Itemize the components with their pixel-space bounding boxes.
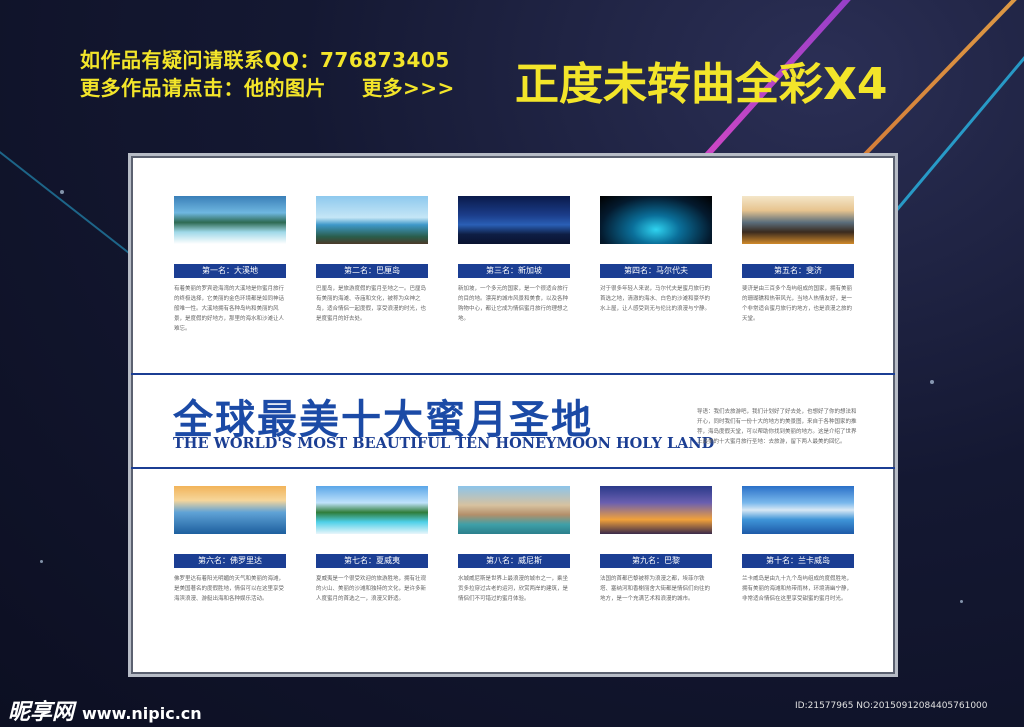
skyline-photo — [458, 196, 570, 244]
rank-label: 第七名：夏威夷 — [316, 554, 428, 568]
more-works-text[interactable]: 更多作品请点击：他的图片 — [80, 76, 326, 100]
poster-title-en: THE WORLD'S MOST BEAUTIFUL TEN HONEYMOON… — [173, 435, 715, 452]
watermark-brand: 昵享网 — [8, 700, 75, 725]
destination-card: 第三名：新加坡 新加坡，一个多元的国家，是一个很适合旅行的目的地。漂亮的城市风景… — [458, 196, 570, 334]
title-band: 全球最美十大蜜月圣地 THE WORLD'S MOST BEAUTIFUL TE… — [131, 373, 895, 469]
lagoon-photo — [174, 196, 286, 244]
image-id-text: ID:21577965 NO:20150912084405761000 — [795, 701, 988, 711]
rank-label: 第八名：威尼斯 — [458, 554, 570, 568]
rank-label: 第九名：巴黎 — [600, 554, 712, 568]
rank-label: 第一名：大溪地 — [174, 264, 286, 278]
destination-desc: 兰卡威岛是由九十九个岛屿组成的度假胜地，拥有美丽的海滩和热带雨林，环境清幽宁静，… — [742, 576, 853, 602]
destination-card: 第四名：马尔代夫 对于很多年轻人来说，马尔代夫是蜜月旅行的首选之地，清澈的海水、… — [600, 196, 712, 334]
destination-card: 第六名：佛罗里达 佛罗里达有着阳光明媚的天气和美丽的海滩，是美国著名的度假胜地，… — [174, 486, 286, 624]
destination-desc: 夏威夷是一个很受欢迎的旅游胜地，拥有壮观的火山、美丽的沙滩和独特的文化，是许多新… — [316, 576, 427, 602]
rank-label: 第二名：巴厘岛 — [316, 264, 428, 278]
night-pool-photo — [600, 196, 712, 244]
destination-card: 第一名：大溪地 有着美丽的罗宾逊海湾的大溪地是你蜜月旅行的终极选择，它美丽的金色… — [174, 196, 286, 334]
watermark-site[interactable]: www.nipic.cn — [82, 704, 202, 723]
poster-intro: 导语：我们去旅游吧，我们计划好了好去处，也想好了你的想法和开心，同时我们有一份十… — [697, 409, 857, 445]
contact-notice: 如作品有疑问请联系QQ：776873405 — [80, 48, 450, 72]
destination-desc: 对于很多年轻人来说，马尔代夫是蜜月旅行的首选之地，清澈的海水、白色的沙滩和豪华的… — [600, 286, 711, 312]
sparkle-dot — [40, 560, 43, 563]
destination-desc: 巴厘岛，是旅游度假的蜜月圣地之一。巴厘岛有美丽的海滩、寺庙和文化，被称为众神之岛… — [316, 286, 427, 322]
infinity-pool-photo — [742, 486, 854, 534]
beach-photo — [316, 196, 428, 244]
poster-board: 第一名：大溪地 有着美丽的罗宾逊海湾的大溪地是你蜜月旅行的终极选择，它美丽的金色… — [128, 153, 898, 677]
sparkle-dot — [930, 380, 934, 384]
destination-desc: 斐济是由三百多个岛屿组成的国家，拥有美丽的珊瑚礁和热带风光，当地人热情友好，是一… — [742, 286, 853, 322]
destination-card: 第十名：兰卡威岛 兰卡威岛是由九十九个岛屿组成的度假胜地，拥有美丽的海滩和热带雨… — [742, 486, 854, 624]
sparkle-dot — [960, 600, 963, 603]
destination-desc: 佛罗里达有着阳光明媚的天气和美丽的海滩，是美国著名的度假胜地，情侣可以在这里享受… — [174, 576, 285, 602]
destination-desc: 水城威尼斯是世界上最浪漫的城市之一，乘坐贡多拉穿过古老的运河，欣赏两岸的建筑，是… — [458, 576, 569, 602]
yacht-photo — [174, 486, 286, 534]
divider — [131, 373, 895, 375]
destination-card: 第九名：巴黎 法国的首都巴黎被称为浪漫之都，埃菲尔铁塔、塞纳河和香榭丽舍大街都是… — [600, 486, 712, 624]
destination-card: 第二名：巴厘岛 巴厘岛，是旅游度假的蜜月圣地之一。巴厘岛有美丽的海滩、寺庙和文化… — [316, 196, 428, 334]
sparkle-dot — [60, 190, 64, 194]
rank-label: 第十名：兰卡威岛 — [742, 554, 854, 568]
destination-card: 第五名：斐济 斐济是由三百多个岛屿组成的国家，拥有美丽的珊瑚礁和热带风光，当地人… — [742, 196, 854, 334]
destination-desc: 新加坡，一个多元的国家，是一个很适合旅行的目的地。漂亮的城市风景和美食，以及各种… — [458, 286, 569, 322]
canal-photo — [458, 486, 570, 534]
rank-label: 第四名：马尔代夫 — [600, 264, 712, 278]
rank-label: 第五名：斐济 — [742, 264, 854, 278]
resort-pool-photo — [316, 486, 428, 534]
more-link[interactable]: 更多>>> — [362, 76, 455, 100]
rank-label: 第三名：新加坡 — [458, 264, 570, 278]
destination-desc: 有着美丽的罗宾逊海湾的大溪地是你蜜月旅行的终极选择，它美丽的金色环境都是如同神话… — [174, 286, 285, 332]
destination-card: 第七名：夏威夷 夏威夷是一个很受欢迎的旅游胜地，拥有壮观的火山、美丽的沙滩和独特… — [316, 486, 428, 624]
more-works-notice: 更多作品请点击：他的图片 更多>>> — [80, 72, 455, 101]
rank-label: 第六名：佛罗里达 — [174, 554, 286, 568]
sunset-pier-photo — [742, 196, 854, 244]
print-spec-headline: 正度未转曲全彩X4 — [515, 59, 888, 110]
destination-desc: 法国的首都巴黎被称为浪漫之都，埃菲尔铁塔、塞纳河和香榭丽舍大街都是情侣们向往的地… — [600, 576, 711, 602]
eiffel-photo — [600, 486, 712, 534]
divider — [131, 467, 895, 469]
destination-card: 第八名：威尼斯 水城威尼斯是世界上最浪漫的城市之一，乘坐贡多拉穿过古老的运河，欣… — [458, 486, 570, 624]
site-watermark: 昵享网 www.nipic.cn — [8, 694, 202, 726]
